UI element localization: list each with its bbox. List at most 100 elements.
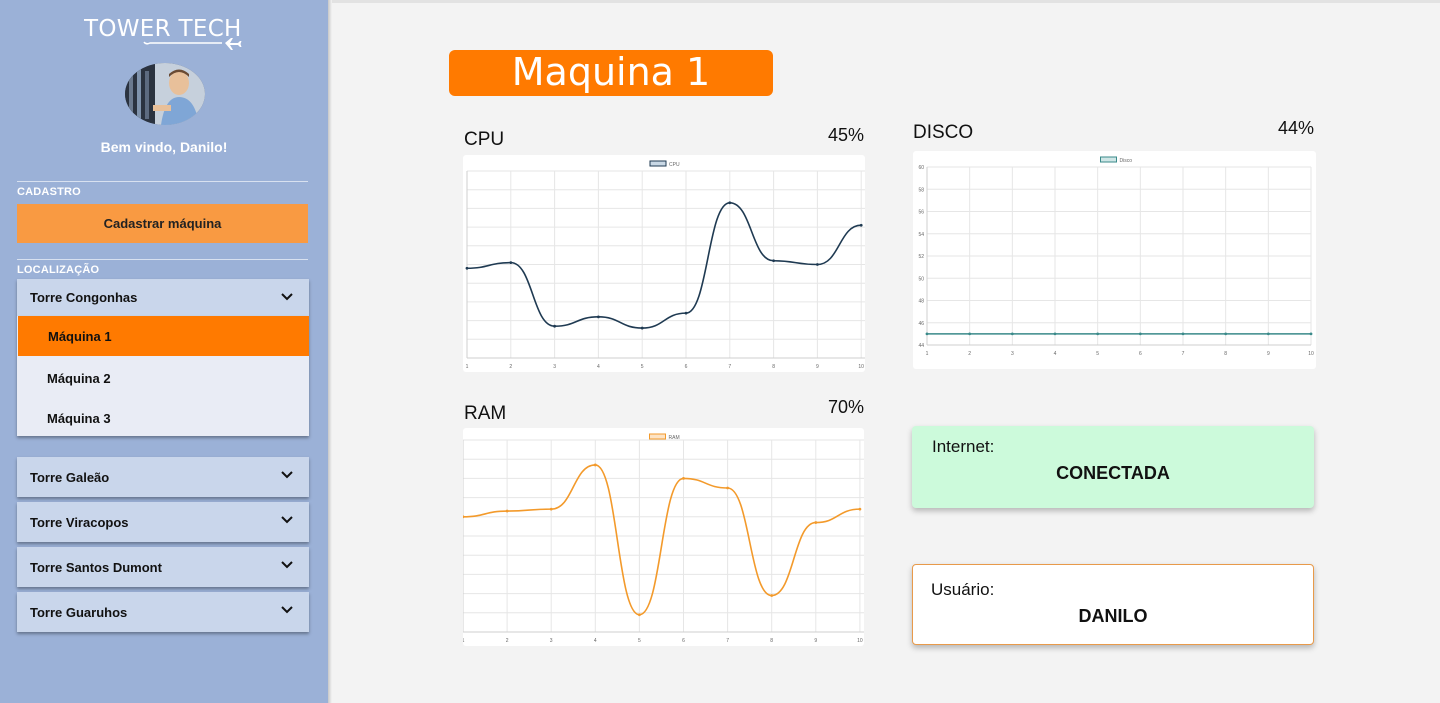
tower-label: Torre Viracopos — [30, 514, 129, 530]
y-tick-label: 44 — [918, 343, 924, 349]
chevron-down-icon — [281, 561, 293, 569]
data-point — [1096, 332, 1100, 336]
tower-viracopos[interactable]: Torre Viracopos — [17, 502, 309, 542]
legend-label: RAM — [669, 435, 680, 441]
chevron-down-icon — [281, 471, 293, 479]
data-point — [772, 259, 775, 263]
data-point — [509, 261, 513, 265]
data-point — [728, 201, 732, 205]
disco-chart: 1 2 3 4 5 6 7 8 9 10 60 58 56 54 52 50 48 46 44 Disco — [913, 151, 1316, 369]
data-point — [859, 223, 863, 227]
y-tick-label: 58 — [918, 187, 924, 193]
cpu-chart-svg: 1 2 3 4 5 6 7 8 9 10 CPU — [465, 160, 865, 370]
machine-list: Máquina 1 Máquina 2 Máquina 3 — [17, 316, 309, 436]
ram-chart: 1 2 3 4 5 6 7 8 9 10 RAM — [463, 428, 864, 646]
divider — [17, 259, 308, 260]
disco-label: DISCO — [913, 122, 974, 143]
x-tick-label: 9 — [1267, 351, 1270, 357]
data-point — [638, 613, 641, 617]
y-tick-label: 52 — [918, 254, 924, 260]
machine-item-1[interactable]: Máquina 1 — [18, 316, 309, 356]
usuario-label: Usuário: — [931, 580, 995, 599]
data-point — [814, 521, 818, 524]
cpu-chart: 1 2 3 4 5 6 7 8 9 10 CPU — [463, 155, 865, 372]
x-tick-label: 6 — [682, 638, 685, 644]
section-label-cadastro: CADASTRO — [17, 186, 81, 198]
legend-label: CPU — [669, 162, 680, 168]
internet-value: CONECTADA — [1056, 463, 1170, 483]
cadastrar-maquina-button[interactable]: Cadastrar máquina — [17, 204, 308, 243]
data-point — [553, 324, 556, 328]
data-point — [597, 315, 600, 319]
data-point — [858, 507, 862, 511]
data-point — [1138, 332, 1142, 336]
tower-guaruhos[interactable]: Torre Guaruhos — [17, 592, 309, 632]
data-point — [925, 332, 929, 336]
disco-chart-svg: 1 2 3 4 5 6 7 8 9 10605856545250484644Disco — [918, 156, 1314, 357]
data-point — [684, 311, 688, 315]
brand-logo: TOWER TECH — [84, 12, 244, 50]
x-tick-label: 1 — [463, 638, 465, 644]
x-tick-label: 9 — [814, 638, 817, 644]
y-tick-label: 60 — [918, 165, 924, 171]
tower-santos-dumont[interactable]: Torre Santos Dumont — [17, 547, 309, 587]
x-tick-label: 2 — [968, 351, 971, 357]
chevron-down-icon — [281, 606, 293, 614]
chevron-down-icon — [281, 516, 293, 524]
data-point — [968, 332, 972, 336]
data-point — [465, 266, 469, 270]
tower-label: Torre Santos Dumont — [30, 559, 162, 575]
page-title: Maquina 1 — [449, 50, 773, 96]
y-tick-label: 46 — [918, 321, 924, 327]
data-point — [770, 594, 774, 597]
data-point — [682, 477, 685, 480]
x-tick-label: 5 — [641, 364, 644, 370]
logo-icon: TOWER TECH — [84, 16, 242, 50]
x-tick-label: 4 — [597, 364, 600, 370]
data-point — [549, 507, 553, 511]
legend-swatch — [649, 160, 667, 167]
welcome-text: Bem vindo, Danilo! — [100, 139, 228, 155]
x-tick-label: 8 — [1224, 351, 1227, 357]
x-tick-label: 2 — [509, 364, 512, 370]
series-line — [463, 464, 860, 616]
x-tick-label: 8 — [770, 638, 773, 644]
ram-percent: 70% — [827, 397, 864, 417]
sidebar-shadow — [328, 0, 332, 703]
brand-name: TOWER TECH — [84, 16, 242, 42]
data-point — [1181, 332, 1185, 336]
data-point — [1224, 332, 1228, 336]
data-point — [463, 515, 465, 519]
data-point — [1309, 332, 1313, 336]
x-tick-label: 3 — [553, 364, 556, 370]
data-point — [505, 509, 509, 513]
disco-percent: 44% — [1277, 118, 1314, 138]
machine-item-2[interactable]: Máquina 2 — [17, 358, 309, 398]
top-border — [332, 0, 1440, 3]
x-tick-label: 10 — [1308, 351, 1314, 357]
series-line — [466, 201, 862, 329]
y-tick-label: 50 — [918, 276, 924, 282]
tower-label: Torre Congonhas — [30, 290, 138, 305]
x-tick-label: 2 — [506, 638, 509, 644]
tower-congonhas[interactable]: Torre Congonhas — [17, 279, 309, 316]
internet-status-card: Internet: CONECTADA — [912, 426, 1314, 508]
x-tick-label: 10 — [858, 364, 864, 370]
x-tick-label: 4 — [594, 638, 597, 644]
x-tick-label: 1 — [466, 364, 469, 370]
usuario-card: Usuário: DANILO — [912, 564, 1314, 645]
data-point — [1010, 332, 1014, 336]
tower-galeao[interactable]: Torre Galeão — [17, 457, 309, 497]
sidebar: TOWER TECH Bem vindo, Danilo! CADASTRO C… — [0, 0, 328, 703]
x-tick-label: 7 — [726, 638, 729, 644]
avatar — [125, 63, 205, 125]
data-point — [1053, 332, 1057, 336]
x-tick-label: 5 — [1096, 351, 1099, 357]
tower-label: Torre Guaruhos — [30, 604, 128, 620]
x-tick-label: 5 — [638, 638, 641, 644]
machine-item-3[interactable]: Máquina 3 — [17, 398, 309, 438]
x-tick-label: 1 — [926, 351, 929, 357]
data-point — [816, 263, 819, 266]
x-tick-label: 7 — [1182, 351, 1185, 357]
x-tick-label: 6 — [1139, 351, 1142, 357]
